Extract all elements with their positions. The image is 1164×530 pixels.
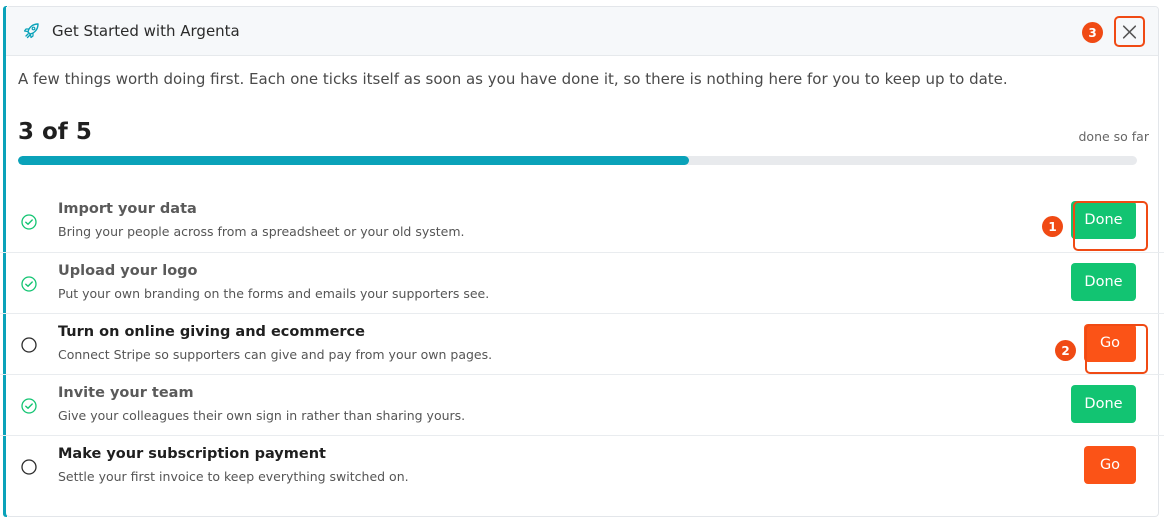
progress-bar-fill	[18, 156, 690, 165]
task-item-upload-logo: Upload your logo Put your own branding o…	[0, 252, 1164, 313]
panel-title: Get Started with Argenta	[52, 22, 240, 40]
check-circle-icon	[21, 398, 37, 414]
task-button-subscription-payment[interactable]: Go	[1084, 446, 1136, 484]
empty-circle-icon	[21, 459, 37, 475]
annotation-badge-2: 2	[1055, 340, 1076, 361]
progress-count: 3 of 5	[18, 119, 92, 145]
rocket-icon	[23, 23, 39, 39]
task-list: Import your data Bring your people acros…	[0, 191, 1164, 496]
check-circle-icon	[21, 214, 37, 230]
progress-bar	[18, 156, 1137, 165]
task-description: Bring your people across from a spreadsh…	[58, 224, 465, 239]
task-item-online-giving: Turn on online giving and ecommerce Conn…	[0, 313, 1164, 374]
intro-text: A few things worth doing first. Each one…	[18, 70, 1008, 88]
check-circle-icon	[21, 276, 37, 292]
task-item-subscription-payment: Make your subscription payment Settle yo…	[0, 435, 1164, 496]
close-button[interactable]	[1114, 16, 1145, 47]
annotation-badge-1: 1	[1042, 216, 1063, 237]
task-button-invite-team[interactable]: Done	[1071, 385, 1136, 423]
task-item-import-data: Import your data Bring your people acros…	[0, 191, 1164, 252]
task-title: Invite your team	[58, 385, 194, 401]
task-description: Connect Stripe so supporters can give an…	[58, 347, 493, 362]
task-title: Turn on online giving and ecommerce	[58, 324, 365, 340]
empty-circle-icon	[21, 337, 37, 353]
task-description: Settle your first invoice to keep everyt…	[58, 469, 409, 484]
task-title: Upload your logo	[58, 263, 198, 279]
progress-label: done so far	[1078, 129, 1149, 144]
task-button-upload-logo[interactable]: Done	[1071, 263, 1136, 301]
close-icon	[1122, 24, 1137, 39]
task-description: Give your colleagues their own sign in r…	[58, 408, 466, 423]
annotation-highlight-2	[1085, 324, 1148, 374]
panel-header: Get Started with Argenta 3	[6, 7, 1158, 56]
task-title: Import your data	[58, 201, 197, 217]
task-title: Make your subscription payment	[58, 446, 326, 462]
annotation-badge-3: 3	[1082, 22, 1103, 43]
task-description: Put your own branding on the forms and e…	[58, 286, 490, 301]
annotation-highlight-1	[1073, 201, 1148, 251]
task-item-invite-team: Invite your team Give your colleagues th…	[0, 374, 1164, 435]
